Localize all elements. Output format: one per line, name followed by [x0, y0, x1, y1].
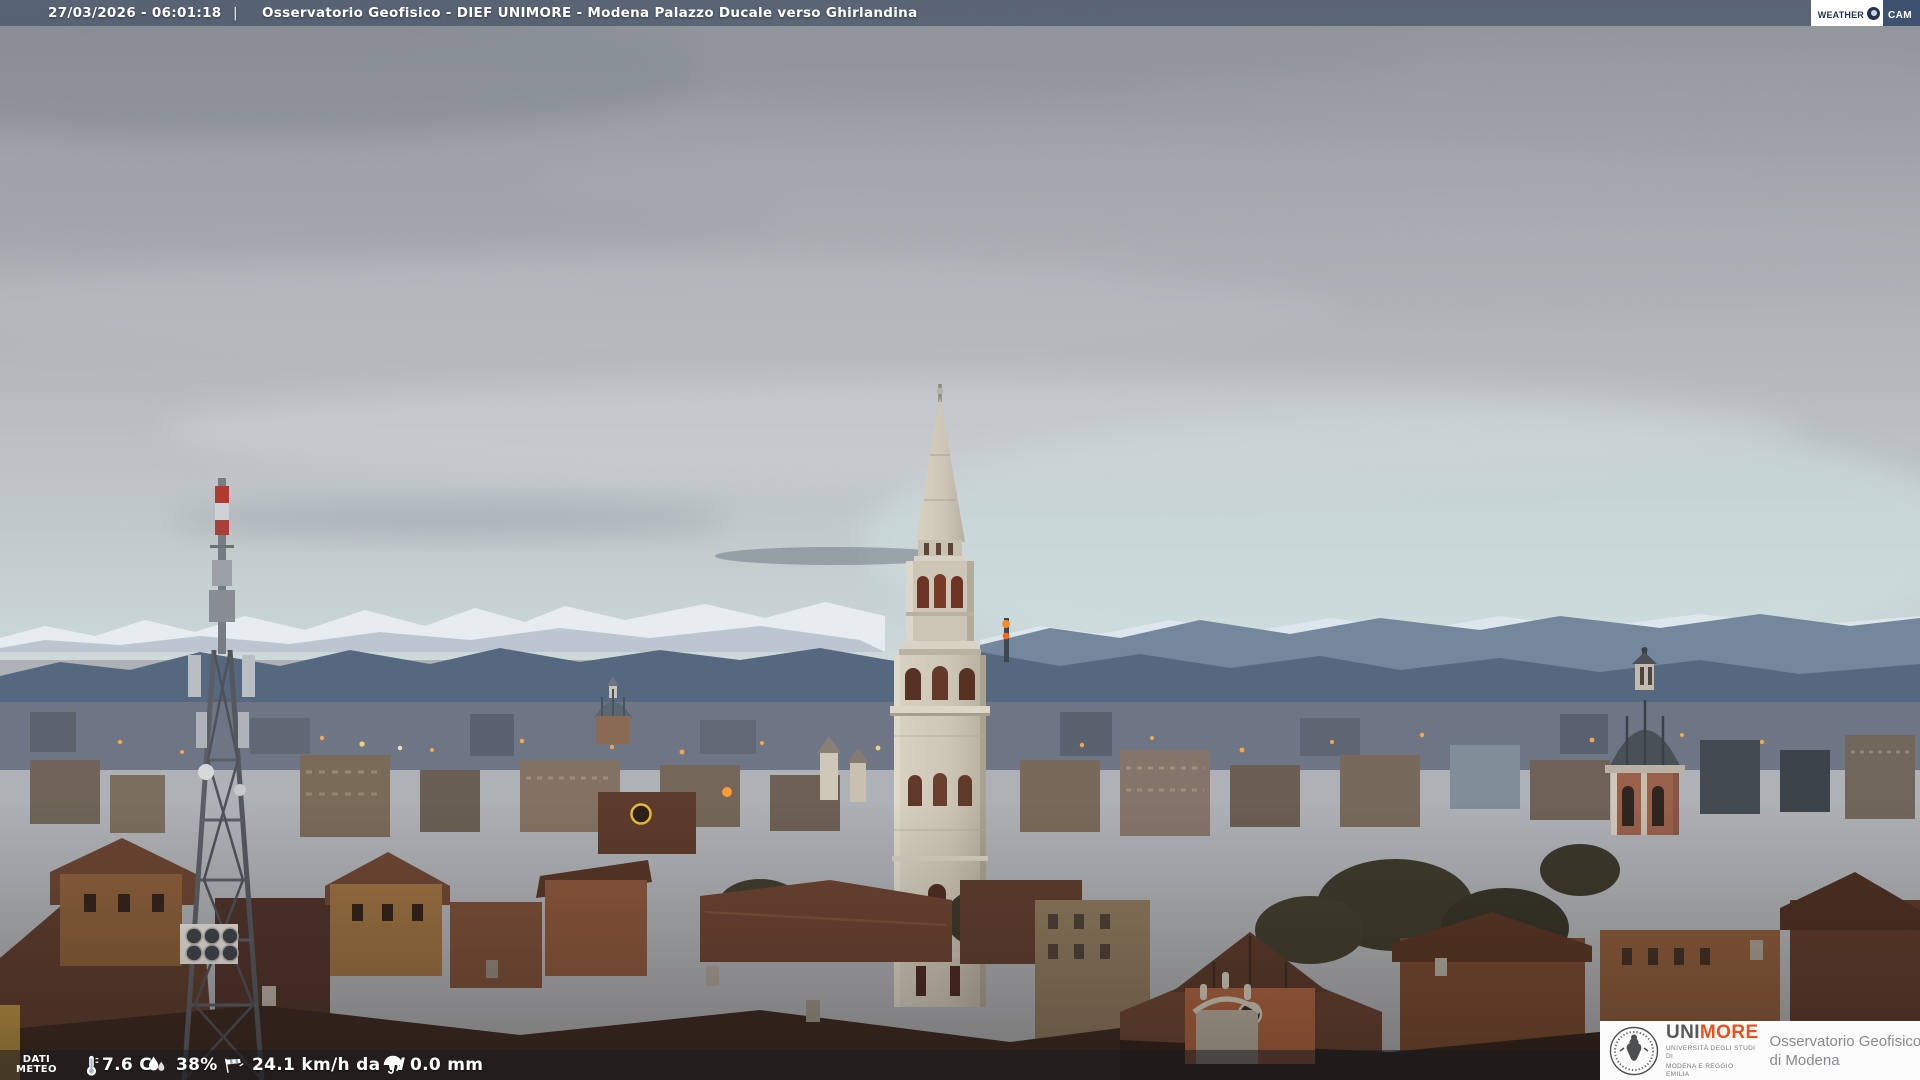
observatory-name-line1: Osservatorio Geofisico [1769, 1032, 1920, 1050]
unimore-logo-box: UNIMORE UNIVERSITÀ DEGLI STUDI DI MODENA… [1600, 1021, 1920, 1080]
datetime-text: 27/03/2026 - 06:01:18 [48, 5, 222, 21]
observatory-name: Osservatorio Geofisico di Modena [1770, 1032, 1920, 1070]
university-name-line1: UNIVERSITÀ DEGLI STUDI DI [1666, 1044, 1756, 1060]
top-info-bar: 27/03/2026 - 06:01:18 | Osservatorio Geo… [0, 0, 1920, 26]
observatory-name-line2: di Modena [1769, 1051, 1840, 1069]
university-name-line2: MODENA E REGGIO EMILIA [1666, 1062, 1734, 1078]
weathercam-weather-label: Weather [1810, 0, 1884, 26]
rain-icon [382, 1050, 404, 1080]
meteo-line: METEO [16, 1064, 57, 1075]
unimore-seal-icon [1609, 1026, 1659, 1075]
temperature-value: 7.6 C [102, 1055, 153, 1075]
weathercam-cam-label: Cam [1883, 0, 1920, 26]
webcam-page: 27/03/2026 - 06:01:18 | Osservatorio Geo… [0, 0, 1920, 1080]
thermometer-icon [80, 1050, 102, 1080]
humidity-value: 38% [176, 1055, 218, 1075]
weathercam-logo: Weather Cam [1810, 0, 1920, 26]
camera-lens-icon [1867, 6, 1881, 20]
camera-title: Osservatorio Geofisico - DIEF UNIMORE - … [262, 5, 918, 21]
windsock-icon [222, 1050, 244, 1080]
dati-meteo-label: DATI METEO [16, 1050, 57, 1080]
unimore-wordmark: UNIMORE [1666, 1021, 1759, 1043]
precipitation-value: 0.0 mm [410, 1055, 484, 1075]
unimore-more-text: MORE [1699, 1021, 1759, 1043]
humidity-icon [146, 1050, 168, 1080]
weather-text: Weather [1817, 5, 1865, 21]
webcam-photo [0, 0, 1920, 1080]
unimore-uni-text: UNI [1666, 1021, 1700, 1043]
separator: | [233, 5, 238, 21]
